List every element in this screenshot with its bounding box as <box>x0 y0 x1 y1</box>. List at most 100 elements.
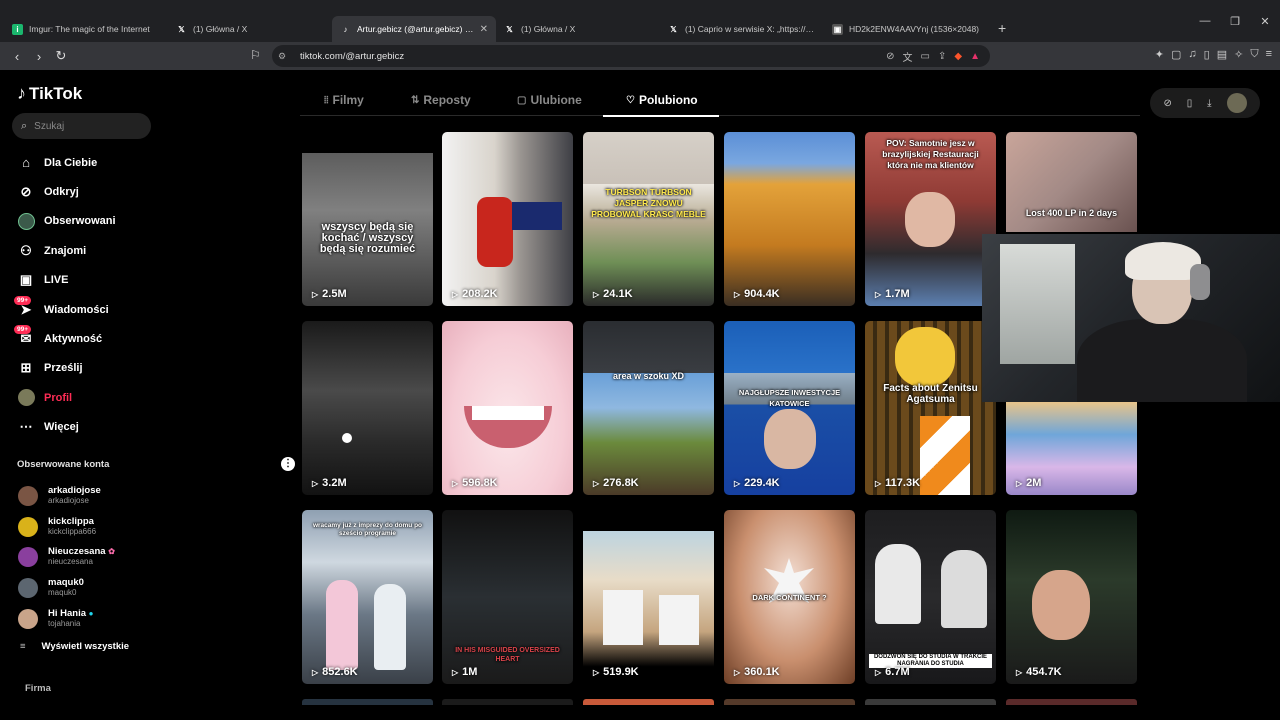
video-thumbnail-partial[interactable] <box>302 699 433 705</box>
url-bar[interactable]: ⚙ tiktok.com/@artur.gebicz ⊘ 文 ▭ ⇪ ◆ ▲ <box>272 45 990 67</box>
person-right <box>374 584 406 670</box>
screenshot-icon[interactable]: ▢ <box>1171 48 1181 61</box>
nav-profile[interactable]: Profil <box>16 383 156 412</box>
followed-account[interactable]: kickclippa kickclippa666 <box>18 512 163 543</box>
video-thumbnail[interactable]: wszyscy będą się kochać / wszyscy będą s… <box>302 132 433 306</box>
nav-following[interactable]: Obserwowani <box>16 207 156 236</box>
reload-icon[interactable]: ↻ <box>50 48 72 64</box>
wallet-icon[interactable]: ▤ <box>1217 48 1227 61</box>
video-thumbnail[interactable]: POV: Samotnie jesz w brazylijskiej Resta… <box>865 132 996 306</box>
close-tab-icon[interactable]: ✕ <box>480 24 488 35</box>
new-tab-button[interactable]: + <box>998 20 1006 36</box>
play-icon: ▷ <box>734 289 741 299</box>
video-thumbnail[interactable]: Facts about Zenitsu Agatsuma ▷ 117.3K <box>865 321 996 495</box>
tab-favorites[interactable]: ▢ Ulubione <box>517 93 582 107</box>
footer-company-link[interactable]: Firma <box>25 683 51 694</box>
download-icon[interactable]: ⤓ <box>1207 98 1211 109</box>
show-all-button[interactable]: ≡ Wyświetl wszystkie <box>20 641 129 652</box>
browser-tab[interactable]: 𝕏 (1) Główna / X <box>496 16 660 42</box>
nav-activity[interactable]: ✉ 99+ Aktywność <box>14 324 156 353</box>
video-thumbnail[interactable]: area w szoku XD ▷ 276.8K <box>583 321 714 495</box>
search-icon: ⌕ <box>21 119 28 132</box>
vpn-icon[interactable]: ⛉ <box>1250 48 1258 61</box>
nav-friends[interactable]: ⚇ Znajomi <box>16 236 156 265</box>
video-thumbnail-partial[interactable] <box>442 699 573 705</box>
nav-more[interactable]: ⋯ Więcej <box>16 413 156 442</box>
video-thumbnail-partial[interactable] <box>865 699 996 705</box>
video-thumbnail[interactable]: NAJGŁUPSZE INWESTYCJE KATOWICE ▷ 229.4K <box>724 321 855 495</box>
video-thumbnail[interactable]: Lost 400 LP in 2 days <box>1006 132 1137 232</box>
browser-tab[interactable]: 𝕏 (1) Caprio w serwisie X: „https://t.co… <box>660 16 824 42</box>
screen-icon[interactable]: ▭ <box>921 51 930 62</box>
floating-toolbar: ⊘ ▯ ⤓ <box>1150 88 1260 118</box>
tab-videos[interactable]: ⦙⦙ Filmy <box>324 93 364 107</box>
video-thumbnail[interactable]: ▷ 3.2M <box>302 321 433 495</box>
browser-tab-active[interactable]: ♪ Artur.gebicz (@artur.gebicz) | TikTok … <box>332 16 496 42</box>
tab-liked[interactable]: ♡ Polubiono <box>626 93 698 107</box>
extensions-icon[interactable]: ✦ <box>1155 48 1164 61</box>
music-icon[interactable]: ♫ <box>1188 48 1196 61</box>
video-thumbnail[interactable]: wracamy już z imprezy do domu po sześcio… <box>302 510 433 684</box>
no-track-icon[interactable]: ⊘ <box>886 51 894 62</box>
compass-icon[interactable]: ⊘ <box>1163 98 1171 109</box>
followed-account[interactable]: Hi Hania ● tojahania <box>18 603 163 634</box>
search-input[interactable]: ⌕ Szukaj <box>12 113 151 139</box>
tab-reposts[interactable]: ⇅ Reposty <box>411 93 471 107</box>
brave-rewards-icon[interactable]: ▲ <box>970 51 980 62</box>
view-count-text: 117.3K <box>885 477 921 489</box>
sidebar-toggle-icon[interactable]: ▯ <box>1204 48 1210 61</box>
bookmark-icon[interactable]: ⚐ <box>250 48 261 62</box>
play-icon: ▷ <box>875 478 882 488</box>
tiktok-logo[interactable]: ♪ TikTok <box>17 83 82 104</box>
video-thumbnail-partial[interactable] <box>724 699 855 705</box>
nav-live[interactable]: ▣ LIVE <box>16 266 156 295</box>
video-thumbnail[interactable]: ▷ 596.8K <box>442 321 573 495</box>
video-thumbnail[interactable]: ▷ 208.2K <box>442 132 573 306</box>
webcam-person-body <box>1077 319 1247 402</box>
view-count: ▷ 3.2M <box>312 477 347 489</box>
compass-icon: ⊘ <box>20 184 32 200</box>
site-info-icon[interactable]: ⚙ <box>278 51 294 62</box>
profile-tabs: ⦙⦙ Filmy ⇅ Reposty ▢ Ulubione ♡ Polubion… <box>300 88 1140 116</box>
browser-tab[interactable]: 𝕏 (1) Główna / X <box>168 16 332 42</box>
video-thumbnail[interactable]: IN HIS MISGUIDED OVERSIZED HEART ▷ 1M <box>442 510 573 684</box>
messages-icon: ➤ 99+ <box>14 295 36 320</box>
browser-tab[interactable]: i Imgur: The magic of the Internet <box>4 16 168 42</box>
video-thumbnail[interactable]: DARK CONTINENT ? ▷ 360.1K <box>724 510 855 684</box>
view-count-text: 454.7K <box>1026 666 1062 678</box>
followed-account[interactable]: maquk0 maquk0 <box>18 573 163 604</box>
translate-icon[interactable]: 文 <box>903 49 913 64</box>
video-thumbnail[interactable]: TURBSON TURBSON JASPER ZNOWU PROBOWAL KR… <box>583 132 714 306</box>
phone-icon[interactable]: ▯ <box>1187 98 1193 109</box>
video-thumbnail[interactable]: ▷ 904.4K <box>724 132 855 306</box>
more-options-icon[interactable]: ⋮ <box>281 457 295 471</box>
avatar[interactable] <box>1226 93 1247 113</box>
video-thumbnail[interactable]: ▷ 2M <box>1006 402 1137 495</box>
leo-icon[interactable]: ✧ <box>1234 48 1243 61</box>
brave-shield-icon[interactable]: ◆ <box>954 51 962 62</box>
forward-icon[interactable]: › <box>28 49 50 64</box>
back-icon[interactable]: ‹ <box>6 49 28 64</box>
video-thumbnail[interactable]: ▷ 519.9K <box>583 510 714 684</box>
video-thumbnail-partial[interactable] <box>1006 699 1137 705</box>
minimize-icon[interactable]: — <box>1190 15 1220 27</box>
menu-icon[interactable]: ≡ <box>1266 48 1272 61</box>
nav-explore[interactable]: ⊘ Odkryj <box>16 177 156 206</box>
account-username: arkadiojose <box>48 496 89 506</box>
close-window-icon[interactable]: ✕ <box>1250 15 1280 28</box>
tiktok-note-icon: ♪ <box>17 83 26 103</box>
video-thumbnail[interactable]: ▷ 454.7K <box>1006 510 1137 684</box>
browser-tab[interactable]: ▣ HD2k2ENW4AAVYnj (1536×2048) <box>824 16 988 42</box>
nav-label: Dla Ciebie <box>44 156 98 169</box>
nav-messages[interactable]: ➤ 99+ Wiadomości <box>14 295 156 324</box>
maximize-icon[interactable]: ❐ <box>1220 15 1250 28</box>
nav-upload[interactable]: ⊞ Prześlij <box>16 354 156 383</box>
video-thumbnail-partial[interactable] <box>583 699 714 705</box>
video-thumbnail[interactable]: DODZWOŃ SIĘ DO STUDIA W TRAKCIE NAGRANIA… <box>865 510 996 684</box>
nav-label: Odkryj <box>44 186 79 199</box>
share-icon[interactable]: ⇪ <box>938 51 946 62</box>
nav-for-you[interactable]: ⌂ Dla Ciebie <box>16 148 156 177</box>
followed-account[interactable]: arkadiojose arkadiojose <box>18 481 163 512</box>
window-controls: — ❐ ✕ <box>1190 0 1280 42</box>
followed-account[interactable]: Nieuczesana ✿ nieuczesana <box>18 542 163 573</box>
